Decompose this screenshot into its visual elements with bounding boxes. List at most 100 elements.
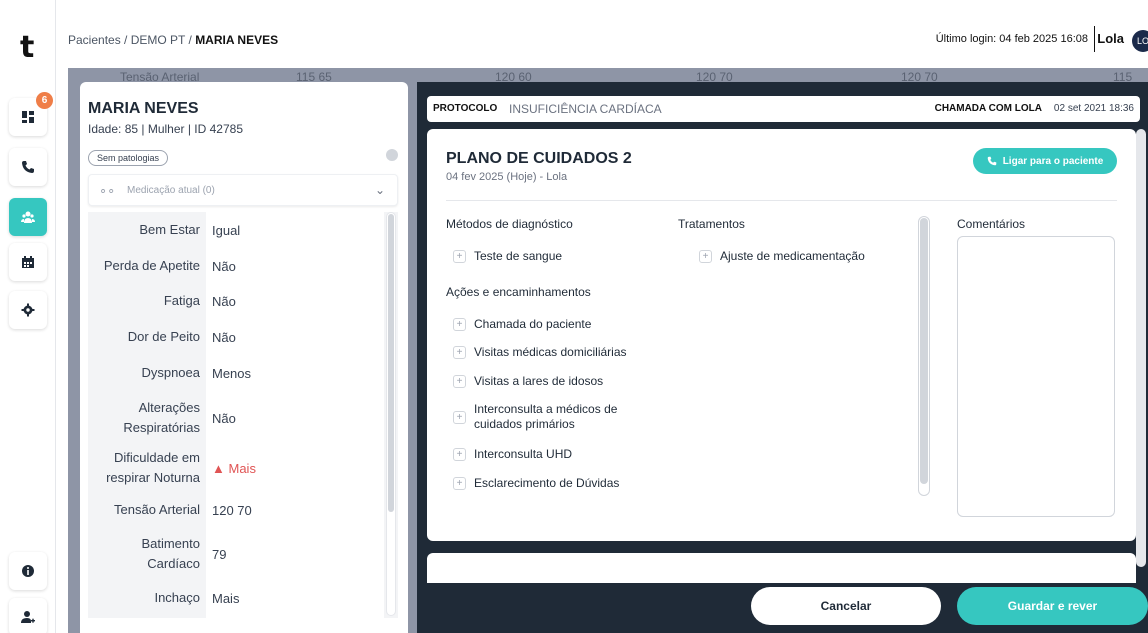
cancel-button[interactable]: Cancelar xyxy=(751,587,941,625)
symptom-value: Não xyxy=(212,293,236,309)
calendar-icon xyxy=(22,256,34,268)
medication-label: Medicação atual (0) xyxy=(127,185,215,196)
symptom-value: 79 xyxy=(212,546,227,562)
action-item[interactable]: + Chamada do paciente xyxy=(453,317,591,332)
background-row-value: 120 60 xyxy=(495,70,532,82)
pathology-pill[interactable]: Sem patologias xyxy=(88,150,169,166)
phone-icon xyxy=(22,161,34,173)
user-name[interactable]: Lola xyxy=(1097,31,1124,46)
page-scrollbar[interactable] xyxy=(1136,129,1146,567)
breadcrumb-separator: / xyxy=(188,33,192,47)
symptoms-scroll-thumb[interactable] xyxy=(388,214,394,512)
symptom-value: Igual xyxy=(212,222,241,238)
action-item[interactable]: + Interconsulta a médicos de cuidados pr… xyxy=(453,402,653,432)
symptom-value: Não xyxy=(212,329,236,345)
plus-icon[interactable]: + xyxy=(453,375,466,388)
comments-header: Comentários xyxy=(957,217,1026,231)
patients-icon xyxy=(21,211,35,223)
plus-icon[interactable]: + xyxy=(699,250,712,263)
last-login: Último login: 04 feb 2025 16:08 xyxy=(935,33,1088,45)
list-item: Inchaço Mais xyxy=(88,588,384,608)
plan-scrollbar[interactable] xyxy=(918,216,930,496)
divider xyxy=(446,200,1117,201)
calls-button[interactable] xyxy=(9,148,47,186)
info-button[interactable] xyxy=(9,552,47,590)
patients-button[interactable] xyxy=(9,198,47,236)
plus-icon[interactable]: + xyxy=(453,477,466,490)
list-item: Dyspnoea Menos xyxy=(88,363,384,383)
plus-icon[interactable]: + xyxy=(453,346,466,359)
dashboard-button[interactable]: 6 xyxy=(9,92,53,136)
settings-button[interactable] xyxy=(9,291,47,329)
action-item[interactable]: + Visitas a lares de idosos xyxy=(453,374,603,389)
action-item[interactable]: + Interconsulta UHD xyxy=(453,447,572,462)
background-row-label: Tensão Arterial xyxy=(120,70,200,82)
app-logo[interactable]: t xyxy=(20,30,34,65)
info-icon xyxy=(22,565,34,577)
save-button[interactable]: Guardar e rever xyxy=(957,587,1148,625)
call-patient-button[interactable]: Ligar para o paciente xyxy=(973,148,1117,174)
call-date: 02 set 2021 18:36 xyxy=(1053,103,1134,114)
symptoms-list: Bem Estar Igual Perda de Apetite Não Fat… xyxy=(88,212,398,618)
symptom-value-alert: ▲ Mais xyxy=(212,461,256,476)
plus-icon[interactable]: + xyxy=(453,318,466,331)
warning-icon: ▲ xyxy=(212,460,225,476)
breadcrumb: Pacientes / DEMO PT / MARIA NEVES xyxy=(68,33,278,47)
plus-icon[interactable]: + xyxy=(453,250,466,263)
item-label: Chamada do paciente xyxy=(474,317,592,331)
notification-badge: 6 xyxy=(36,92,53,109)
avatar[interactable]: LO xyxy=(1132,30,1148,52)
dashboard-icon xyxy=(22,111,34,123)
symptom-value: Não xyxy=(212,258,236,274)
protocol-value: INSUFICIÊNCIA CARDÍACA xyxy=(509,102,662,116)
action-item[interactable]: + Visitas médicas domiciliárias xyxy=(453,345,627,360)
item-label: Visitas médicas domiciliárias xyxy=(474,345,627,359)
nav-rail: t 6 xyxy=(0,0,56,633)
header-divider xyxy=(1094,26,1095,52)
plus-icon[interactable]: + xyxy=(453,448,466,461)
symptom-label: Fatiga xyxy=(163,293,200,308)
treatment-item[interactable]: + Ajuste de medicamentação xyxy=(699,249,865,264)
comments-field[interactable] xyxy=(957,236,1115,517)
care-plan-card: PLANO DE CUIDADOS 2 04 fev 2025 (Hoje) -… xyxy=(427,129,1136,541)
medication-dropdown[interactable]: ∘∘ Medicação atual (0) ⌄ xyxy=(88,174,398,206)
plan-subtitle: 04 fev 2025 (Hoje) - Lola xyxy=(446,171,568,183)
item-label: Teste de sangue xyxy=(474,249,563,263)
add-user-button[interactable] xyxy=(9,598,47,633)
protocol-bar: PROTOCOLO INSUFICIÊNCIA CARDÍACA CHAMADA… xyxy=(427,96,1140,122)
list-item: Perda de Apetite Não xyxy=(88,256,384,276)
patient-meta: Idade: 85 | Mulher | ID 42785 xyxy=(88,122,243,136)
item-label: Visitas a lares de idosos xyxy=(474,374,604,388)
symptoms-scrollbar[interactable] xyxy=(386,212,396,616)
background-row-value: 120 70 xyxy=(696,70,733,82)
symptom-label: Dyspnoea xyxy=(141,365,200,380)
plan-title: PLANO DE CUIDADOS 2 xyxy=(446,150,632,167)
symptom-label: Batimento Cardíaco xyxy=(141,536,200,571)
call-patient-label: Ligar para o paciente xyxy=(1002,155,1104,167)
item-label: Esclarecimento de Dúvidas xyxy=(474,476,620,490)
symptom-value: Mais xyxy=(212,590,240,606)
breadcrumb-current: MARIA NEVES xyxy=(195,33,279,47)
plus-icon[interactable]: + xyxy=(453,410,466,424)
treatments-header: Tratamentos xyxy=(678,217,745,231)
action-item[interactable]: + Esclarecimento de Dúvidas xyxy=(453,476,619,491)
list-item: Tensão Arterial 120 70 xyxy=(88,500,384,520)
plan-scroll-thumb[interactable] xyxy=(920,218,928,484)
list-item: Dor de Peito Não xyxy=(88,327,384,347)
calendar-button[interactable] xyxy=(9,243,47,281)
breadcrumb-root[interactable]: Pacientes / DEMO PT xyxy=(68,33,185,47)
alert-value: Mais xyxy=(228,460,256,476)
item-label: Interconsulta UHD xyxy=(474,447,573,461)
gear-icon xyxy=(21,303,35,317)
symptom-label: Bem Estar xyxy=(139,222,200,237)
diagnostics-header: Métodos de diagnóstico xyxy=(446,217,573,231)
item-label: Ajuste de medicamentação xyxy=(720,249,865,263)
symptom-label: Dor de Peito xyxy=(127,329,200,344)
list-item: Batimento Cardíaco 79 xyxy=(88,534,384,574)
symptom-label: Inchaço xyxy=(154,590,200,605)
list-item: Bem Estar Igual xyxy=(88,220,384,240)
diagnostic-item[interactable]: + Teste de sangue xyxy=(453,249,562,264)
status-indicator xyxy=(386,149,398,161)
symptom-value: Não xyxy=(212,410,236,426)
symptom-value: 120 70 xyxy=(212,502,252,518)
